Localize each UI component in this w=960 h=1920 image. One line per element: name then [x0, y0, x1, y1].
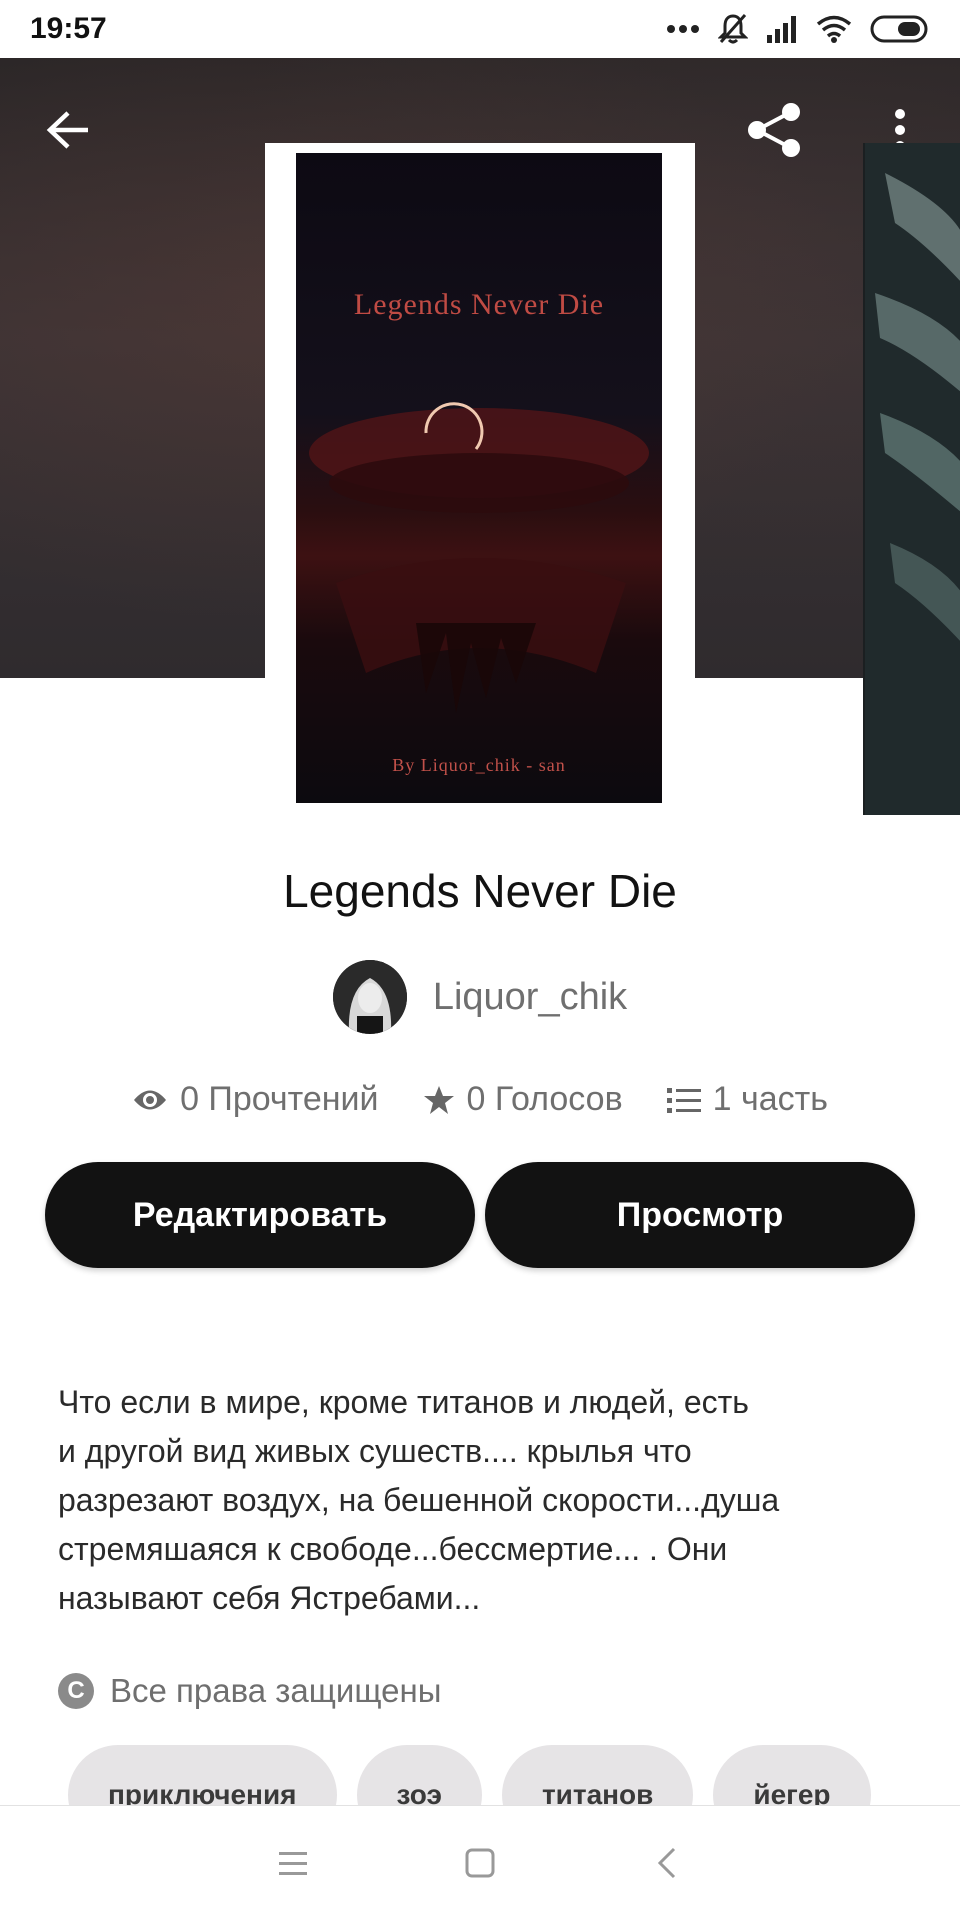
stats-row: 0 Прочтений 0 Голосов 1 часть	[0, 1080, 960, 1119]
square-icon	[465, 1848, 495, 1878]
story-title: Legends Never Die	[283, 865, 677, 917]
reads-count: 0 Прочтений	[180, 1080, 379, 1118]
description-line: и другой вид живых сушеств.... крылья чт…	[58, 1433, 692, 1469]
avatar-image	[332, 960, 407, 1034]
stat-votes: 0 Голосов	[423, 1080, 623, 1119]
tags-row: приключения зоэ титанов йегер	[68, 1745, 920, 1805]
description-line: стремяшаяся к свободе...бессмертие... . …	[58, 1531, 728, 1567]
dots-icon	[667, 25, 699, 33]
story-description: Что если в мире, кроме титанов и людей, …	[58, 1378, 908, 1623]
back-button[interactable]	[36, 98, 100, 162]
tag-chip[interactable]: приключения	[68, 1745, 337, 1805]
chevron-left-icon	[657, 1847, 675, 1879]
copyright-icon: C	[58, 1673, 94, 1709]
status-bar: 19:57	[0, 0, 960, 58]
author-name[interactable]: Liquor_chik	[433, 976, 627, 1019]
next-cover-image[interactable]	[863, 143, 960, 815]
menu-nav-button[interactable]	[263, 1833, 323, 1893]
wifi-icon	[816, 15, 852, 43]
battery-icon	[870, 15, 928, 43]
copyright-row: C Все права защищены	[58, 1672, 441, 1710]
description-line: Что если в мире, кроме титанов и людей, …	[58, 1384, 749, 1420]
menu-icon	[279, 1852, 308, 1875]
system-nav-bar	[0, 1805, 960, 1920]
list-icon	[666, 1087, 701, 1113]
share-button[interactable]	[742, 98, 806, 162]
tag-chip[interactable]: титанов	[501, 1745, 694, 1805]
author-row[interactable]: Liquor_chik	[0, 960, 960, 1034]
edit-button[interactable]: Редактировать	[45, 1162, 475, 1268]
cover-byline: By Liquor_chik - san	[392, 755, 566, 775]
stat-reads: 0 Прочтений	[132, 1080, 379, 1119]
votes-count: 0 Голосов	[466, 1080, 623, 1118]
view-button[interactable]: Просмотр	[485, 1162, 915, 1268]
author-avatar[interactable]	[332, 960, 407, 1034]
tag-chip[interactable]: зоэ	[356, 1745, 482, 1805]
home-nav-button[interactable]	[450, 1833, 510, 1893]
eye-icon	[134, 1090, 167, 1109]
share-icon	[748, 103, 800, 157]
cover-frame[interactable]: Legends Never Die By Liquor_chik - san	[265, 143, 695, 813]
tag-chip[interactable]: йегер	[713, 1745, 871, 1805]
eclipse-illustration	[309, 402, 649, 713]
star-icon	[423, 1085, 454, 1114]
signal-icon	[767, 16, 796, 43]
back-arrow-icon	[46, 111, 88, 149]
stat-parts: 1 часть	[666, 1080, 828, 1119]
copyright-label: Все права защищены	[110, 1672, 442, 1709]
back-nav-button[interactable]	[637, 1833, 697, 1893]
cover-image: Legends Never Die By Liquor_chik - san	[296, 153, 662, 803]
bell-off-icon	[718, 14, 748, 44]
status-icons	[666, 13, 930, 45]
description-line: называют себя Ястребами...	[58, 1580, 481, 1616]
wing-illustration	[865, 143, 960, 815]
status-time: 19:57	[30, 12, 107, 45]
description-line: разрезают воздух, на бешенной скорости..…	[58, 1482, 780, 1518]
parts-count: 1 часть	[712, 1080, 828, 1118]
